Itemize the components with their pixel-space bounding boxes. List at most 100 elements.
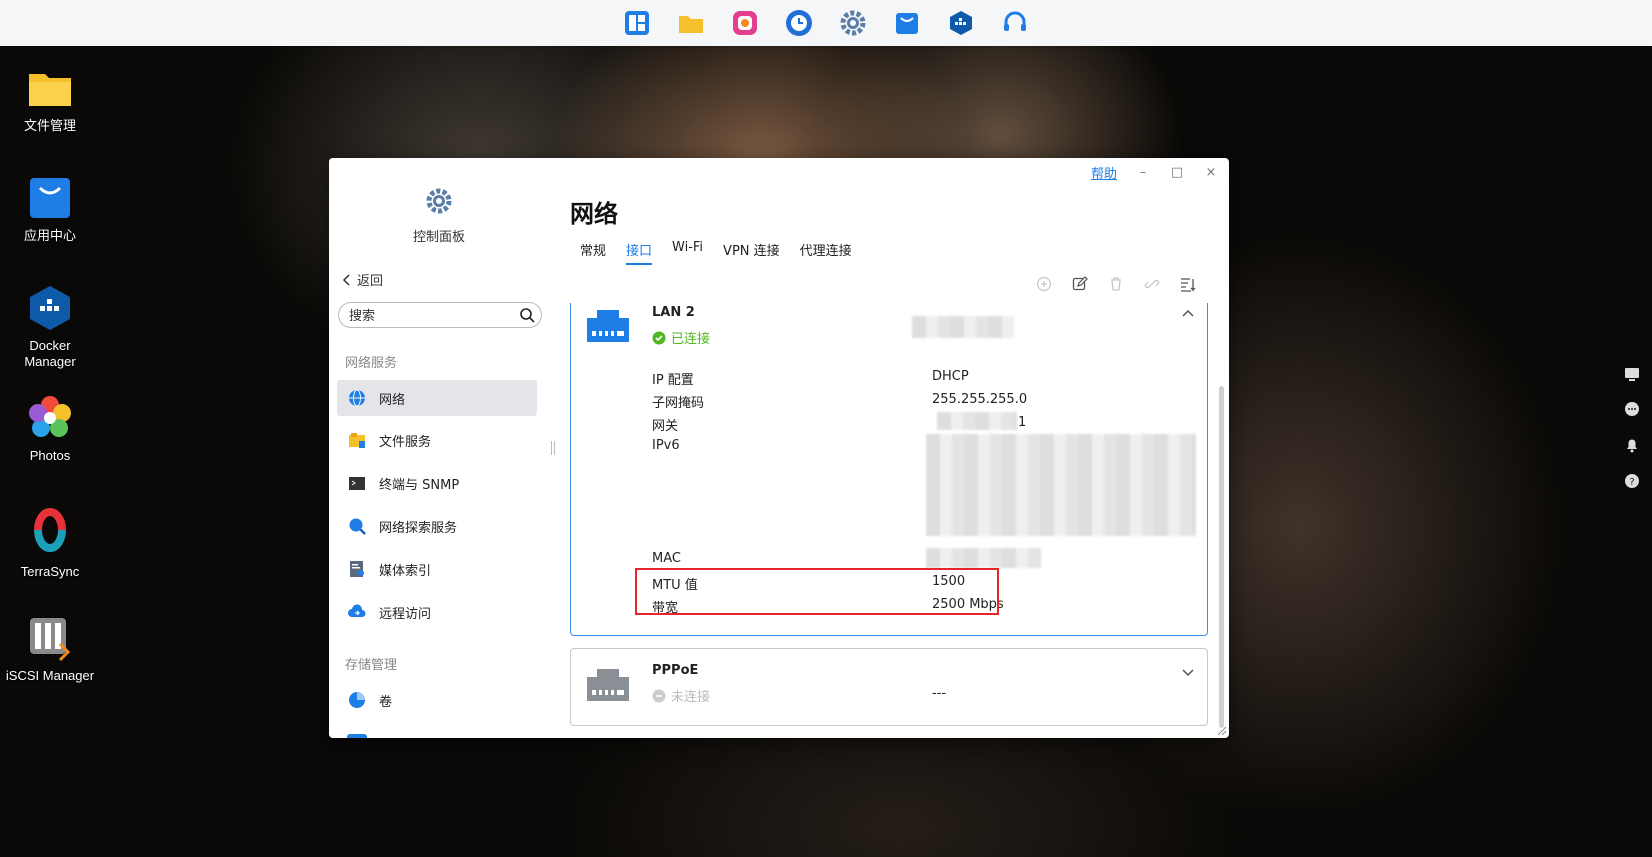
search-icon[interactable]	[519, 307, 535, 323]
sidebar-item-remote-access[interactable]: 远程访问	[337, 594, 537, 630]
interface-name: PPPoE	[652, 663, 699, 678]
detail-label-subnet: 子网掩码	[652, 396, 705, 411]
file-manager-icon[interactable]	[675, 7, 707, 39]
status-text: 未连接	[671, 690, 711, 705]
desktop-icon-label: 应用中心	[23, 228, 76, 243]
redacted-mac	[926, 548, 1041, 568]
search-box	[338, 302, 542, 328]
status-text: 已连接	[671, 332, 711, 347]
tab-vpn[interactable]: VPN 连接	[723, 240, 780, 265]
remote-access-icon	[347, 602, 367, 622]
sidebar-item-label: 远程访问	[379, 606, 432, 622]
volume-icon	[347, 690, 367, 710]
sidebar-item-file-services[interactable]: 文件服务	[337, 422, 537, 458]
message-icon[interactable]	[1624, 401, 1642, 419]
minus-circle-icon	[652, 689, 666, 702]
sidebar-item-volume[interactable]: 卷	[337, 682, 537, 718]
check-circle-icon	[652, 331, 666, 344]
launcher-icon[interactable]	[621, 7, 653, 39]
detail-label-ipv6: IPv6	[652, 438, 680, 453]
chevron-down-icon[interactable]	[1181, 665, 1195, 679]
detail-value-mtu: 1500	[932, 574, 966, 589]
back-button[interactable]: 返回	[341, 270, 383, 289]
help-circle-icon[interactable]: ?	[1624, 473, 1642, 491]
redacted-ip	[912, 316, 1014, 338]
tab-bar: 常规 接口 Wi-Fi VPN 连接 代理连接	[580, 240, 872, 265]
interface-name: LAN 2	[652, 305, 695, 320]
detail-value-ip-config: DHCP	[932, 369, 969, 384]
interface-status: 已连接	[652, 328, 710, 347]
desktop-app-center[interactable]: 应用中心	[0, 174, 100, 244]
app-center-icon	[26, 174, 74, 222]
network-discovery-icon	[347, 516, 367, 536]
desktop-file-manager[interactable]: 文件管理	[0, 64, 100, 134]
sidebar-resize-handle[interactable]	[551, 441, 555, 455]
edit-icon[interactable]	[1072, 276, 1088, 292]
group-label-network-services: 网络服务	[345, 356, 398, 371]
detail-value-subnet: 255.255.255.0	[932, 392, 1028, 407]
desktop-icon-label-line2: Manager	[24, 354, 76, 369]
globe-icon	[347, 388, 367, 408]
control-panel-header: 控制面板	[329, 186, 549, 245]
sidebar-item-label: 网络	[379, 392, 406, 408]
sidebar-item-label: 终端与 SNMP	[379, 477, 460, 493]
sidebar-item-label: 文件服务	[379, 434, 432, 450]
desktop-docker-manager[interactable]: Docker Manager	[0, 284, 100, 370]
sidebar: 控制面板 返回 网络服务 网络 文件服务 终端	[329, 158, 555, 738]
top-dock	[0, 0, 1652, 46]
next-sidebar-icon-partial	[347, 734, 367, 738]
add-icon[interactable]	[1036, 276, 1052, 292]
detail-label-ip-config: IP 配置	[652, 373, 694, 388]
redacted-gateway	[937, 412, 1017, 430]
sidebar-item-media-index[interactable]: 媒体索引	[337, 551, 537, 587]
docker-icon[interactable]	[945, 7, 977, 39]
interface-card-pppoe[interactable]: PPPoE 未连接 ---	[570, 648, 1208, 726]
control-panel-window: 帮助 – □ × 控制面板 返回 网络服务 网络 文件	[329, 158, 1229, 738]
ethernet-port-icon-disabled	[587, 667, 629, 703]
scrollbar[interactable]	[1219, 386, 1224, 728]
tab-proxy[interactable]: 代理连接	[800, 240, 852, 265]
interface-status: 未连接	[652, 686, 710, 705]
control-panel-gear-icon	[426, 188, 452, 214]
detail-label-mtu: MTU 值	[652, 578, 698, 593]
terrasync-icon	[26, 502, 74, 558]
detail-label-bandwidth: 带宽	[652, 601, 679, 616]
app-center-icon[interactable]	[891, 7, 923, 39]
settings-icon[interactable]	[837, 7, 869, 39]
sidebar-item-label: 网络探索服务	[379, 520, 458, 536]
tab-interface[interactable]: 接口	[626, 240, 653, 265]
detail-value-gateway: 1	[1018, 415, 1027, 430]
group-label-storage: 存储管理	[345, 658, 398, 673]
sidebar-item-terminal-snmp[interactable]: 终端与 SNMP	[337, 465, 537, 501]
monitor-widget-icon[interactable]	[1624, 366, 1642, 384]
detail-label-mac: MAC	[652, 551, 681, 566]
sidebar-item-network-discovery[interactable]: 网络探索服务	[337, 508, 537, 544]
tab-general[interactable]: 常规	[580, 240, 606, 265]
photos-app-icon[interactable]	[729, 7, 761, 39]
sort-icon[interactable]	[1180, 276, 1196, 292]
link-icon[interactable]	[1144, 276, 1160, 292]
backup-icon[interactable]	[783, 7, 815, 39]
resize-grip-icon[interactable]	[1215, 724, 1227, 736]
docker-icon	[26, 284, 74, 332]
desktop-photos[interactable]: Photos	[0, 394, 100, 464]
interface-card-lan2[interactable]: LAN 2 已连接 IP 配置 DHCP 子网掩码 255.255.255.0 …	[570, 303, 1208, 636]
sidebar-item-network[interactable]: 网络	[337, 380, 537, 416]
desktop-iscsi-manager[interactable]: iSCSI Manager	[0, 614, 100, 684]
app-title: 控制面板	[412, 230, 465, 245]
interface-list: LAN 2 已连接 IP 配置 DHCP 子网掩码 255.255.255.0 …	[569, 303, 1214, 738]
detail-label-gateway: 网关	[652, 419, 679, 434]
media-index-icon	[347, 559, 367, 579]
folder-icon	[26, 64, 74, 112]
ethernet-port-icon	[587, 308, 629, 344]
iscsi-icon	[26, 614, 74, 662]
desktop-icon-label: TerraSync	[20, 564, 80, 579]
support-icon[interactable]	[999, 7, 1031, 39]
desktop-icon-label: Photos	[29, 448, 71, 463]
search-input[interactable]	[347, 306, 519, 324]
delete-icon[interactable]	[1108, 276, 1124, 292]
tab-wifi[interactable]: Wi-Fi	[672, 240, 703, 265]
notification-bell-icon[interactable]	[1624, 437, 1642, 455]
desktop-terrasync[interactable]: TerraSync	[0, 502, 100, 580]
chevron-up-icon[interactable]	[1181, 306, 1195, 320]
